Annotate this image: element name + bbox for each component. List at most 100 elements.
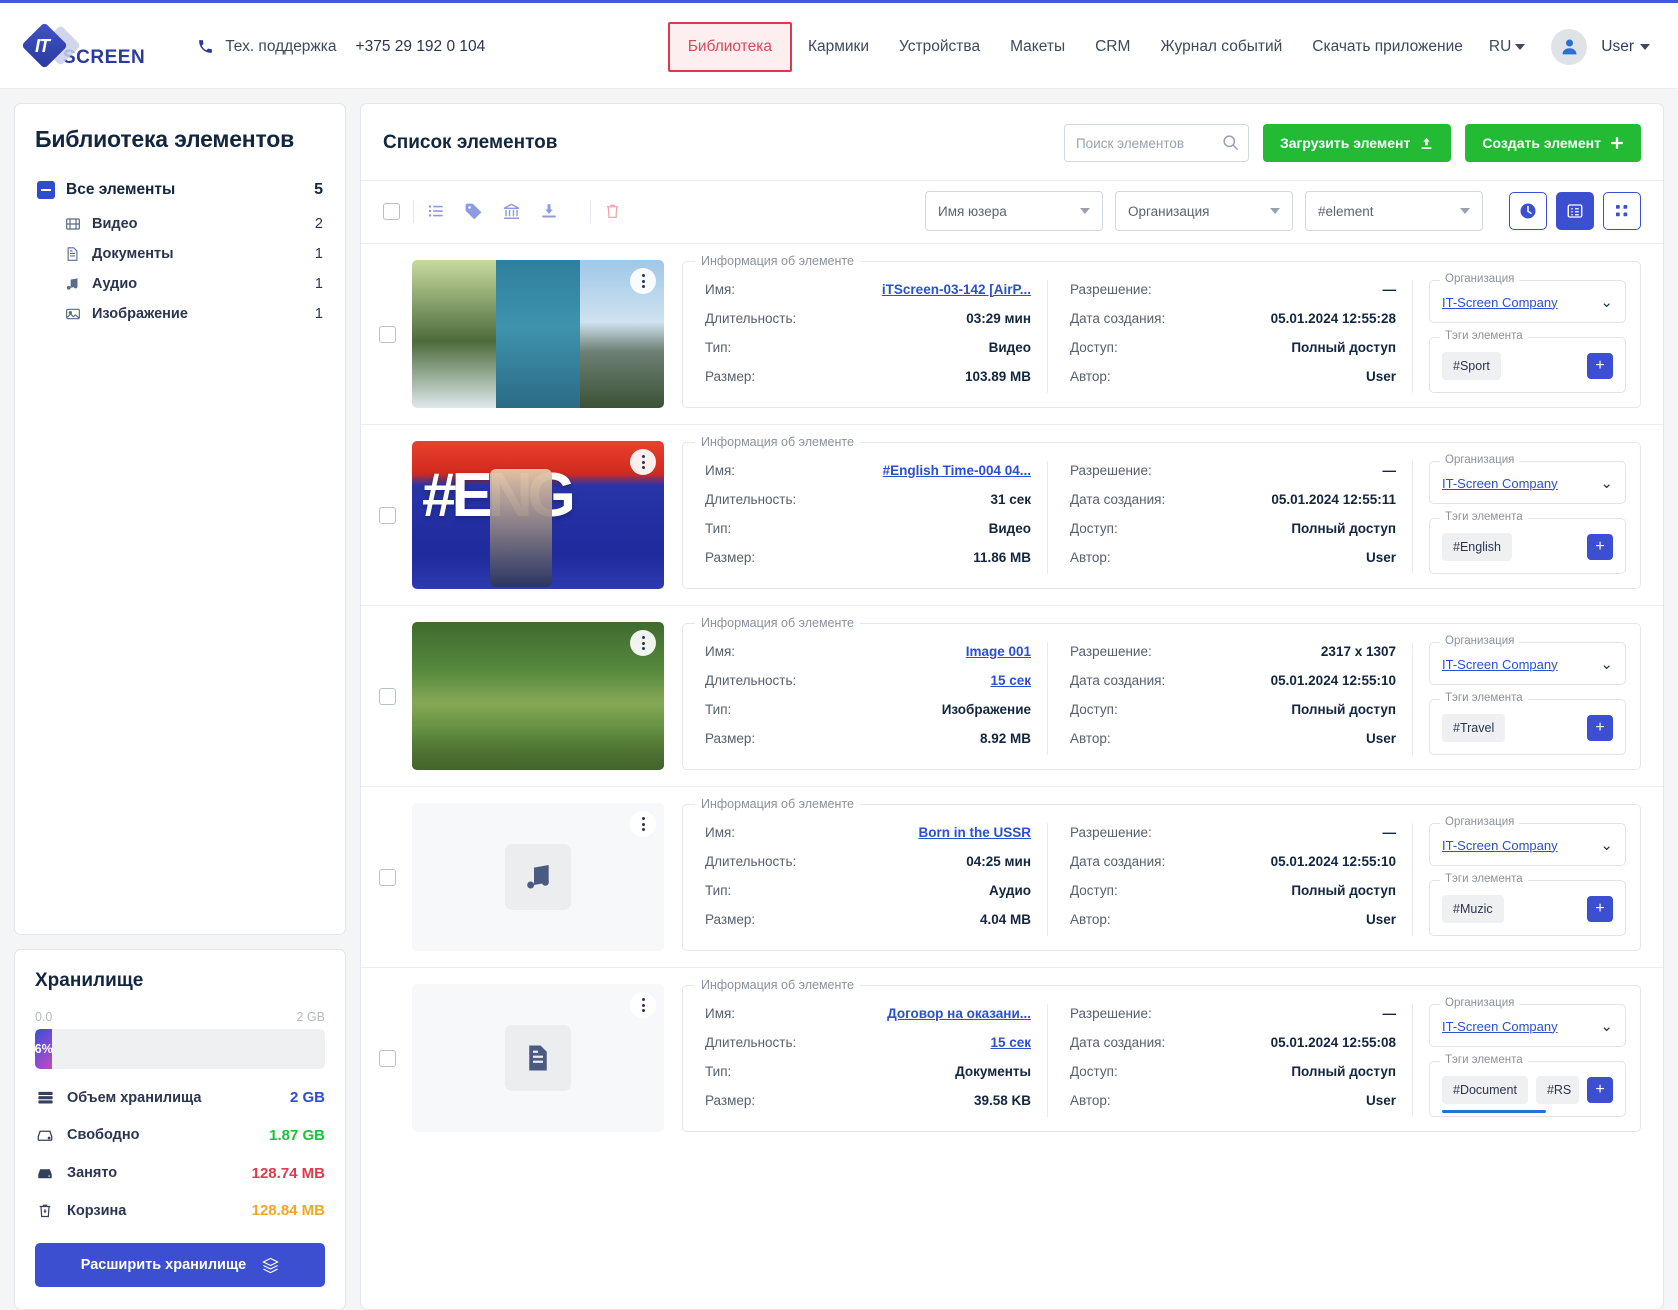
organization-value[interactable]: IT-Screen Company <box>1442 838 1558 853</box>
storage-row-trash[interactable]: Корзина 128.84 MB <box>35 1202 325 1219</box>
item-menu-button[interactable] <box>630 630 656 656</box>
support-phone[interactable]: +375 29 192 0 104 <box>356 38 486 56</box>
select-all-checkbox[interactable] <box>383 202 400 220</box>
nav-item-layouts[interactable]: Макеты <box>996 29 1079 65</box>
table-row[interactable]: Информация об элементе Имя: Договор на о… <box>361 968 1663 1148</box>
tag-chip[interactable]: #Document <box>1442 1075 1528 1104</box>
info-line-name: Имя: #English Time-004 04... <box>705 463 1031 478</box>
row-checkbox[interactable] <box>379 687 396 705</box>
grid-view-button[interactable] <box>1603 192 1641 230</box>
list-icon[interactable] <box>427 202 445 220</box>
sidebar-item-audio[interactable]: Аудио 1 <box>35 269 325 299</box>
item-thumbnail[interactable] <box>412 622 664 770</box>
sidebar-item-image[interactable]: Изображение 1 <box>35 299 325 329</box>
organization-value[interactable]: IT-Screen Company <box>1442 657 1558 672</box>
trash-icon[interactable] <box>604 202 621 220</box>
organization-select[interactable]: IT-Screen Company ⌄ <box>1442 657 1613 672</box>
search-icon[interactable] <box>1221 133 1240 152</box>
avatar[interactable] <box>1551 28 1588 65</box>
list-view-button[interactable] <box>1556 192 1594 230</box>
add-tag-button[interactable]: + <box>1587 533 1613 560</box>
download-icon[interactable] <box>540 202 558 220</box>
organization-value[interactable]: IT-Screen Company <box>1442 295 1558 310</box>
item-name-link[interactable]: Born in the USSR <box>918 825 1031 840</box>
item-name-link[interactable]: Image 001 <box>966 644 1031 659</box>
chevron-down-icon[interactable]: ⌄ <box>1600 657 1613 672</box>
create-element-label: Создать элемент <box>1482 135 1601 151</box>
add-tag-button[interactable]: + <box>1587 1076 1613 1103</box>
sidebar-item-documents[interactable]: Документы 1 <box>35 239 325 269</box>
organization-filter[interactable]: Организация <box>1115 191 1293 231</box>
table-row[interactable]: Информация об элементе Имя: Born in the … <box>361 787 1663 968</box>
item-thumbnail[interactable] <box>412 260 664 408</box>
nav-item-crm[interactable]: CRM <box>1081 29 1144 65</box>
tags-scrollbar[interactable] <box>1442 1109 1546 1113</box>
info-label: Доступ: <box>1070 882 1118 898</box>
item-menu-button[interactable] <box>630 268 656 294</box>
sidebar-item-video[interactable]: Видео 2 <box>35 209 325 239</box>
chevron-down-icon[interactable]: ⌄ <box>1600 295 1613 310</box>
tag-icon[interactable] <box>464 202 483 221</box>
item-name-link[interactable]: iTScreen-03-142 [AirP... <box>882 282 1031 297</box>
organization-select[interactable]: IT-Screen Company ⌄ <box>1442 838 1613 853</box>
organization-value[interactable]: IT-Screen Company <box>1442 1019 1558 1034</box>
add-tag-button[interactable]: + <box>1587 714 1613 741</box>
tag-chip[interactable]: #Muzic <box>1442 894 1504 923</box>
add-tag-button[interactable]: + <box>1587 895 1613 922</box>
upload-element-button[interactable]: Загрузить элемент <box>1262 124 1452 162</box>
user-menu[interactable]: User <box>1601 38 1650 56</box>
item-menu-button[interactable] <box>630 811 656 837</box>
expand-storage-button[interactable]: Расширить хранилище <box>35 1243 325 1287</box>
organization-select[interactable]: IT-Screen Company ⌄ <box>1442 295 1613 310</box>
table-row[interactable]: Информация об элементе Имя: Image 001 Дл… <box>361 606 1663 787</box>
organization-select[interactable]: IT-Screen Company ⌄ <box>1442 1019 1613 1034</box>
info-legend: Информация об элементе <box>695 253 860 268</box>
tag-filter[interactable]: #element <box>1305 191 1483 231</box>
create-element-button[interactable]: Создать элемент <box>1465 124 1641 162</box>
table-row[interactable]: Информация об элементе Имя: iTScreen-03-… <box>361 244 1663 425</box>
recent-view-button[interactable] <box>1509 192 1547 230</box>
collapse-minus-icon[interactable] <box>37 181 55 199</box>
item-thumbnail[interactable] <box>412 984 664 1132</box>
thumbnail-shade <box>412 724 664 770</box>
user-name-filter[interactable]: Имя юзера <box>925 191 1103 231</box>
tag-chip[interactable]: #Sport <box>1442 351 1501 380</box>
organization-fieldset: Организация IT-Screen Company ⌄ <box>1429 272 1626 323</box>
chevron-down-icon[interactable]: ⌄ <box>1600 1019 1613 1034</box>
row-checkbox[interactable] <box>379 506 396 524</box>
chevron-down-icon[interactable]: ⌄ <box>1600 838 1613 853</box>
organization-select[interactable]: IT-Screen Company ⌄ <box>1442 476 1613 491</box>
item-menu-button[interactable] <box>630 992 656 1018</box>
tag-chip[interactable]: #English <box>1442 532 1512 561</box>
row-checkbox[interactable] <box>379 868 396 886</box>
item-thumbnail[interactable] <box>412 803 664 951</box>
add-tag-button[interactable]: + <box>1587 352 1613 379</box>
info-label: Размер: <box>705 368 756 384</box>
organization-value[interactable]: IT-Screen Company <box>1442 476 1558 491</box>
table-row[interactable]: #ENG Информация об элементе Имя: #Englis… <box>361 425 1663 606</box>
item-name-link[interactable]: Договор на оказани... <box>887 1006 1031 1021</box>
list-view-icon <box>1566 202 1584 220</box>
item-menu-button[interactable] <box>630 449 656 475</box>
item-name-link[interactable]: #English Time-004 04... <box>883 463 1031 478</box>
item-type: Видео <box>988 520 1031 536</box>
nav-item-karmiki[interactable]: Кармики <box>794 29 883 65</box>
chevron-down-icon[interactable]: ⌄ <box>1600 476 1613 491</box>
language-switcher[interactable]: RU <box>1479 29 1535 65</box>
nav-item-devices[interactable]: Устройства <box>885 29 994 65</box>
tag-chip[interactable]: #RS <box>1535 1075 1579 1104</box>
bank-icon[interactable] <box>502 202 521 221</box>
item-duration[interactable]: 15 сек <box>990 1035 1031 1050</box>
logo[interactable]: IT SCREEN <box>21 21 145 70</box>
row-checkbox[interactable] <box>379 1049 396 1067</box>
info-line-duration: Длительность: 31 сек <box>705 492 1031 507</box>
item-thumbnail[interactable]: #ENG <box>412 441 664 589</box>
nav-item-library[interactable]: Библиотека <box>667 21 792 72</box>
tag-chip[interactable]: #Travel <box>1442 713 1506 742</box>
row-checkbox[interactable] <box>379 325 396 343</box>
nav-item-download-app[interactable]: Скачать приложение <box>1298 29 1477 65</box>
sidebar-item-all-elements[interactable]: Все элементы 5 <box>35 175 325 205</box>
nav-item-event-log[interactable]: Журнал событий <box>1146 29 1296 65</box>
info-label: Размер: <box>705 911 756 927</box>
item-duration[interactable]: 15 сек <box>990 673 1031 688</box>
